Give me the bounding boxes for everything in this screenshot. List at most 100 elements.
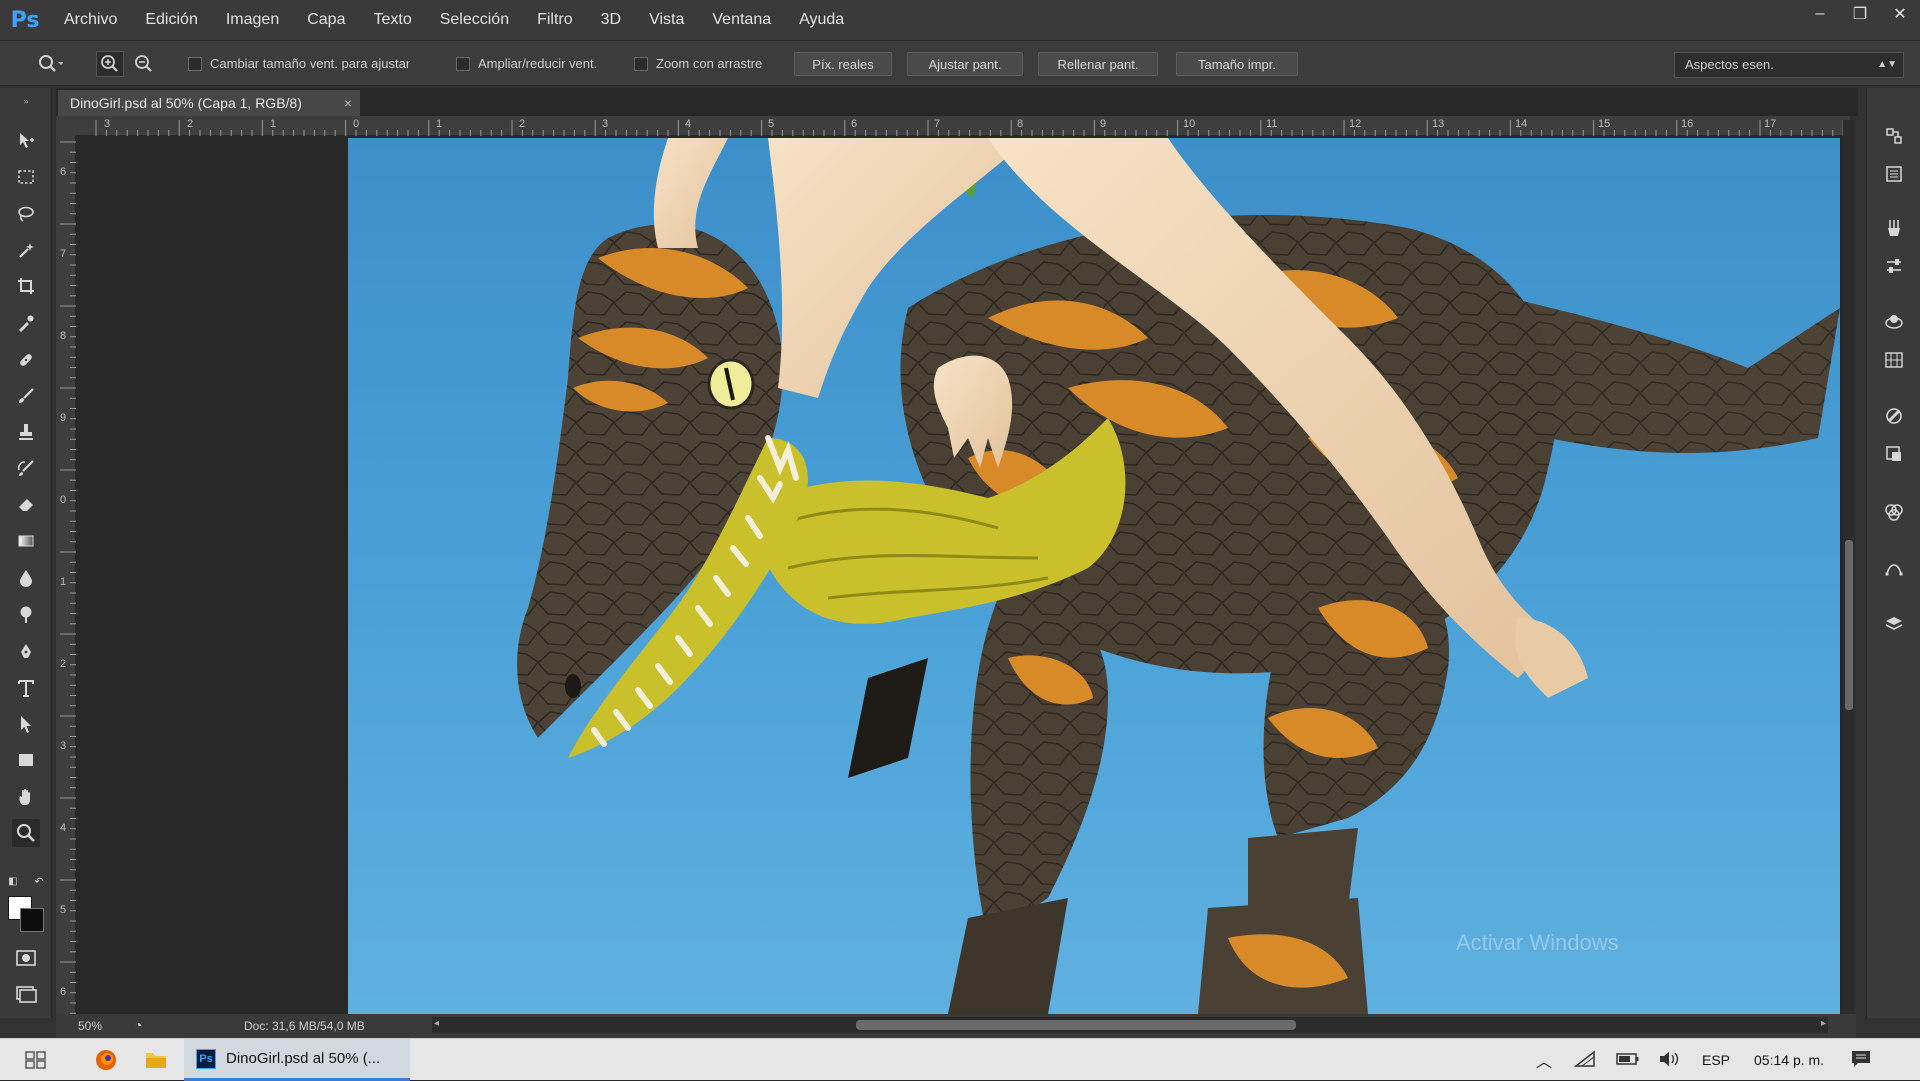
menu-archivo[interactable]: Archivo [50, 0, 131, 40]
scroll-right-icon[interactable]: ▸ [1821, 1018, 1826, 1029]
dodge-tool-icon[interactable] [12, 600, 40, 628]
ruler-label: 2 [519, 118, 526, 130]
swatches-panel-icon[interactable] [1880, 346, 1908, 374]
chevron-updown-icon: ▲▼ [1877, 59, 1897, 70]
zoom-level[interactable]: 50% [78, 1019, 102, 1033]
fill-screen-button[interactable]: Rellenar pant. [1038, 52, 1158, 76]
horizontal-ruler[interactable]: 3 2 1 0 1 2 3 4 5 6 7 8 9 10 11 12 13 14… [76, 116, 1850, 136]
menu-vista[interactable]: Vista [635, 0, 698, 40]
adjustments-panel-icon[interactable] [1880, 252, 1908, 280]
resize-windows-checkbox[interactable]: Cambiar tamaño vent. para ajustar [188, 56, 410, 71]
path-selection-tool-icon[interactable] [12, 710, 40, 738]
blur-tool-icon[interactable] [12, 564, 40, 592]
menu-seleccion[interactable]: Selección [426, 0, 523, 40]
brush-presets-icon[interactable] [1880, 214, 1908, 242]
document-canvas[interactable] [348, 138, 1840, 1014]
rectangle-tool-icon[interactable] [12, 746, 40, 774]
menu-capa[interactable]: Capa [293, 0, 359, 40]
zoom-in-icon[interactable] [96, 51, 124, 77]
ruler-label: 9 [1100, 118, 1107, 130]
clone-stamp-tool-icon[interactable] [12, 418, 40, 446]
pen-tool-icon[interactable] [12, 638, 40, 666]
properties-panel-icon[interactable] [1880, 160, 1908, 188]
file-explorer-icon[interactable] [138, 1039, 174, 1081]
vertical-scrollbar[interactable] [1843, 120, 1855, 1014]
status-info-icon[interactable]: ◔ [134, 1017, 142, 1033]
scroll-left-icon[interactable]: ◂ [434, 1018, 439, 1029]
layers-panel-icon[interactable] [1880, 610, 1908, 638]
move-tool-icon[interactable] [12, 126, 40, 154]
taskbar-photoshop-button[interactable]: Ps DinoGirl.psd al 50% (... [184, 1039, 410, 1081]
paths-panel-icon[interactable] [1880, 554, 1908, 582]
default-colors-icon[interactable]: ◧ [4, 874, 22, 888]
ruler-label: 3 [602, 118, 609, 130]
input-language[interactable]: ESP [1702, 1052, 1730, 1068]
zoom-all-windows-checkbox[interactable]: Ampliar/reducir vent. [456, 56, 597, 71]
clock[interactable]: 05:14 p. m. [1754, 1052, 1824, 1068]
zoom-tool-preset-icon[interactable] [30, 51, 70, 77]
zoom-all-windows-label: Ampliar/reducir vent. [478, 56, 598, 71]
menu-ayuda[interactable]: Ayuda [785, 0, 858, 40]
channels-panel-icon[interactable] [1880, 498, 1908, 526]
ruler-label: 1 [60, 576, 67, 588]
document-size: Doc: 31,6 MB/54,0 MB [244, 1019, 365, 1033]
menu-edicion[interactable]: Edición [131, 0, 211, 40]
menu-texto[interactable]: Texto [359, 0, 425, 40]
quick-mask-icon[interactable] [12, 944, 40, 972]
menu-filtro[interactable]: Filtro [523, 0, 587, 40]
ruler-label: 2 [60, 658, 67, 670]
crop-tool-icon[interactable] [12, 272, 40, 300]
zoom-tool-icon[interactable] [12, 819, 40, 847]
ruler-label: 0 [353, 118, 360, 130]
marquee-tool-icon[interactable] [12, 163, 40, 191]
close-tab-icon[interactable]: × [344, 90, 352, 116]
gradient-tool-icon[interactable] [12, 527, 40, 555]
fit-screen-button[interactable]: Ajustar pant. [907, 52, 1023, 76]
print-size-button[interactable]: Tamaño impr. [1176, 52, 1298, 76]
menu-imagen[interactable]: Imagen [212, 0, 293, 40]
screen-mode-icon[interactable] [12, 980, 40, 1008]
options-bar: Cambiar tamaño vent. para ajustar Amplia… [0, 40, 1920, 86]
task-view-icon[interactable] [18, 1039, 54, 1081]
ruler-origin[interactable] [56, 116, 76, 136]
checkbox-box [188, 56, 202, 71]
ruler-label: 6 [60, 166, 67, 178]
swap-colors-icon[interactable]: ↶ [30, 874, 48, 888]
background-color-swatch[interactable] [20, 908, 44, 932]
3d-panel-icon[interactable] [1880, 308, 1908, 336]
show-hidden-icons-icon[interactable]: ︿ [1530, 1048, 1558, 1072]
minimize-button[interactable]: – [1800, 0, 1840, 28]
history-brush-tool-icon[interactable] [12, 454, 40, 482]
document-tab[interactable]: DinoGirl.psd al 50% (Capa 1, RGB/8) × [58, 90, 360, 116]
type-tool-icon[interactable] [12, 674, 40, 702]
clone-source-icon[interactable] [1880, 440, 1908, 468]
horizontal-scroll-thumb[interactable] [856, 1020, 1296, 1030]
brush-tool-icon[interactable] [12, 382, 40, 410]
eraser-tool-icon[interactable] [12, 490, 40, 518]
hand-tool-icon[interactable] [12, 783, 40, 811]
quick-selection-tool-icon[interactable] [12, 236, 40, 264]
collapse-panel-icon[interactable]: » [12, 96, 40, 106]
vertical-ruler[interactable]: 6 7 8 9 0 1 2 3 4 5 6 [56, 136, 76, 1014]
network-icon[interactable] [1573, 1049, 1602, 1071]
vertical-scroll-thumb[interactable] [1845, 540, 1853, 710]
styles-panel-icon[interactable] [1880, 402, 1908, 430]
eyedropper-tool-icon[interactable] [12, 309, 40, 337]
horizontal-scrollbar[interactable]: ◂ ▸ [432, 1017, 1828, 1033]
zoom-out-icon[interactable] [130, 51, 158, 77]
scrubby-zoom-checkbox[interactable]: Zoom con arrastre [634, 56, 762, 71]
volume-icon[interactable] [1658, 1050, 1686, 1071]
restore-button[interactable]: ❐ [1840, 0, 1880, 28]
notifications-icon[interactable] [1850, 1049, 1878, 1072]
lasso-tool-icon[interactable] [12, 200, 40, 228]
ruler-label: 13 [1432, 118, 1445, 130]
healing-brush-tool-icon[interactable] [12, 346, 40, 374]
battery-icon[interactable] [1616, 1051, 1644, 1070]
history-panel-icon[interactable] [1880, 122, 1908, 150]
firefox-icon[interactable] [88, 1039, 124, 1081]
menu-ventana[interactable]: Ventana [698, 0, 785, 40]
menu-3d[interactable]: 3D [587, 0, 635, 40]
workspace-select[interactable]: Aspectos esen. ▲▼ [1674, 52, 1904, 78]
close-button[interactable]: ✕ [1880, 0, 1920, 28]
actual-pixels-button[interactable]: Píx. reales [794, 52, 892, 76]
